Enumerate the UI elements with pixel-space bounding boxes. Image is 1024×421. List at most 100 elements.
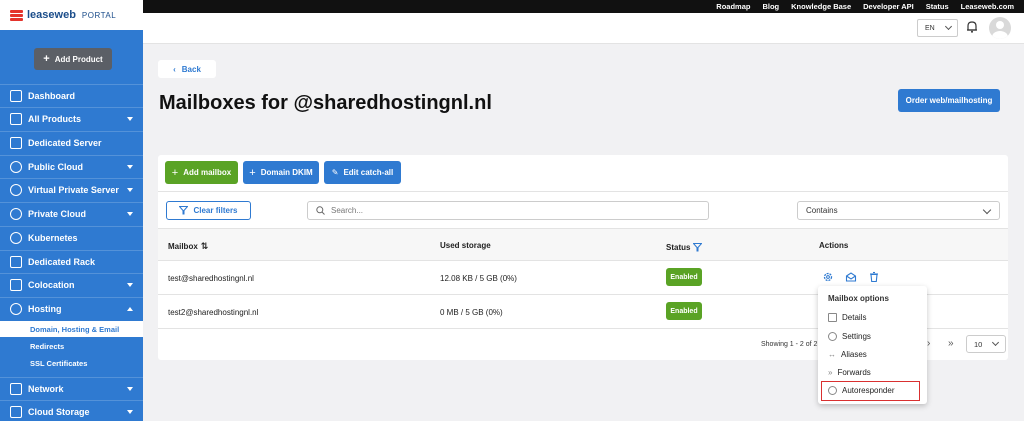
leaseweb-logo-icon <box>10 9 23 22</box>
bell-icon[interactable] <box>966 20 978 33</box>
column-used-storage: Used storage <box>440 241 491 250</box>
top-bar: Roadmap Blog Knowledge Base Developer AP… <box>0 0 1024 13</box>
sidebar-item-label: Virtual Private Server <box>28 185 119 195</box>
language-select[interactable]: EN <box>917 19 958 37</box>
menu-item-label: Forwards <box>837 368 871 377</box>
status-badge: Enabled <box>666 268 702 286</box>
mailbox-address: test2@sharedhostingnl.nl <box>168 308 259 317</box>
add-product-label: Add Product <box>54 54 103 64</box>
top-link-roadmap[interactable]: Roadmap <box>716 2 750 11</box>
mail-icon[interactable] <box>845 271 857 283</box>
sidebar-sub-redirects[interactable]: Redirects <box>0 338 143 354</box>
sidebar-item-kubernetes[interactable]: Kubernetes <box>0 226 143 249</box>
status-badge: Enabled <box>666 302 702 320</box>
match-mode-select[interactable]: Contains <box>797 201 1000 220</box>
filter-row: Clear filters Search... Contains <box>158 192 1008 228</box>
next-page-icon[interactable]: › <box>927 338 930 349</box>
add-product-button[interactable]: + Add Product <box>34 48 112 70</box>
menu-item-settings[interactable]: Settings <box>828 332 871 341</box>
trash-icon[interactable] <box>868 271 880 283</box>
sidebar-sub-ssl-certificates[interactable]: SSL Certificates <box>0 355 143 371</box>
sidebar-item-label: Colocation <box>28 280 75 290</box>
colocation-icon <box>10 279 22 291</box>
menu-item-aliases[interactable]: ↔ Aliases <box>828 350 867 359</box>
order-web-mailhosting-button[interactable]: Order web/mailhosting <box>898 89 1000 112</box>
sidebar-item-public-cloud[interactable]: Public Cloud <box>0 155 143 178</box>
clear-filters-label: Clear filters <box>193 206 238 215</box>
chevron-down-icon <box>127 283 133 287</box>
mailbox-address: test@sharedhostingnl.nl <box>168 274 254 283</box>
sidebar-item-label: Private Cloud <box>28 209 87 219</box>
edit-catch-all-label: Edit catch-all <box>343 168 394 177</box>
add-mailbox-button[interactable]: + Add mailbox <box>165 161 238 184</box>
table-header: Mailbox ⇅ Used storage Status Actions <box>158 228 1008 261</box>
vps-icon <box>10 184 22 196</box>
gear-icon[interactable] <box>822 271 834 283</box>
sidebar-item-hosting[interactable]: Hosting <box>0 297 143 320</box>
rack-icon <box>10 256 22 268</box>
column-mailbox-label: Mailbox <box>168 242 198 251</box>
language-value: EN <box>925 24 935 32</box>
top-link-developer-api[interactable]: Developer API <box>863 2 914 11</box>
domain-dkim-label: Domain DKIM <box>260 168 313 177</box>
mailbox-options-title: Mailbox options <box>828 294 889 303</box>
last-page-icon[interactable]: » <box>948 338 954 349</box>
sidebar-item-all-products[interactable]: All Products <box>0 107 143 130</box>
sidebar-item-label: Dedicated Server <box>28 138 102 148</box>
document-icon <box>828 313 837 322</box>
clear-filters-button[interactable]: Clear filters <box>166 201 251 220</box>
mailbox-options-menu: Mailbox options Details Settings ↔ Alias… <box>818 286 927 404</box>
chevron-down-icon <box>127 188 133 192</box>
dashboard-icon <box>10 90 22 102</box>
chevron-down-icon <box>991 338 1000 347</box>
menu-item-label: Aliases <box>841 350 867 359</box>
top-link-blog[interactable]: Blog <box>762 2 779 11</box>
top-link-knowledge-base[interactable]: Knowledge Base <box>791 2 851 11</box>
network-icon <box>10 383 22 395</box>
sidebar: leaseweb PORTAL + Add Product Dashboard … <box>0 0 143 421</box>
match-mode-value: Contains <box>806 206 838 215</box>
sidebar-item-network[interactable]: Network <box>0 377 143 400</box>
sidebar-item-label: Public Cloud <box>28 162 83 172</box>
avatar[interactable] <box>989 17 1011 39</box>
filter-icon[interactable] <box>693 243 703 252</box>
top-link-status[interactable]: Status <box>926 2 949 11</box>
plus-icon: + <box>171 166 179 179</box>
sidebar-item-virtual-private-server[interactable]: Virtual Private Server <box>0 178 143 201</box>
logo[interactable]: leaseweb PORTAL <box>0 0 143 30</box>
per-page-select[interactable]: 10 <box>966 335 1006 353</box>
page-title: Mailboxes for @sharedhostingnl.nl <box>159 92 492 114</box>
sidebar-item-private-cloud[interactable]: Private Cloud <box>0 202 143 225</box>
column-mailbox[interactable]: Mailbox ⇅ <box>168 241 208 252</box>
sidebar-item-dedicated-server[interactable]: Dedicated Server <box>0 131 143 154</box>
back-label: Back <box>181 64 201 74</box>
back-button[interactable]: ‹ Back <box>158 60 216 78</box>
sidebar-item-dedicated-rack[interactable]: Dedicated Rack <box>0 250 143 273</box>
search-placeholder: Search... <box>331 206 364 215</box>
sidebar-item-cloud-storage[interactable]: Cloud Storage <box>0 400 143 421</box>
logo-portal: PORTAL <box>81 10 117 20</box>
header: EN <box>143 13 1024 44</box>
sidebar-sub-domain-hosting-email[interactable]: Domain, Hosting & Email <box>0 321 143 337</box>
kubernetes-icon <box>10 232 22 244</box>
menu-item-details[interactable]: Details <box>828 313 866 322</box>
used-storage: 12.08 KB / 5 GB (0%) <box>440 274 517 283</box>
per-page-value: 10 <box>974 339 983 349</box>
sidebar-item-label: Kubernetes <box>28 233 78 243</box>
domain-dkim-button[interactable]: + Domain DKIM <box>243 161 319 184</box>
chevron-left-icon: ‹ <box>173 64 176 74</box>
search-input[interactable]: Search... <box>307 201 709 220</box>
chevron-down-icon <box>127 387 133 391</box>
search-icon <box>316 206 325 215</box>
menu-item-label: Details <box>842 313 867 322</box>
cloud-icon <box>10 161 22 173</box>
top-link-leaseweb[interactable]: Leaseweb.com <box>961 2 1014 11</box>
menu-item-label: Settings <box>842 332 871 341</box>
menu-item-forwards[interactable]: » Forwards <box>828 368 871 377</box>
edit-catch-all-button[interactable]: ✎ Edit catch-all <box>324 161 401 184</box>
sort-icon[interactable]: ⇅ <box>201 241 209 252</box>
sidebar-item-dashboard[interactable]: Dashboard <box>0 84 143 107</box>
chevron-down-icon <box>944 22 953 31</box>
row-actions <box>822 271 880 283</box>
sidebar-item-colocation[interactable]: Colocation <box>0 273 143 296</box>
